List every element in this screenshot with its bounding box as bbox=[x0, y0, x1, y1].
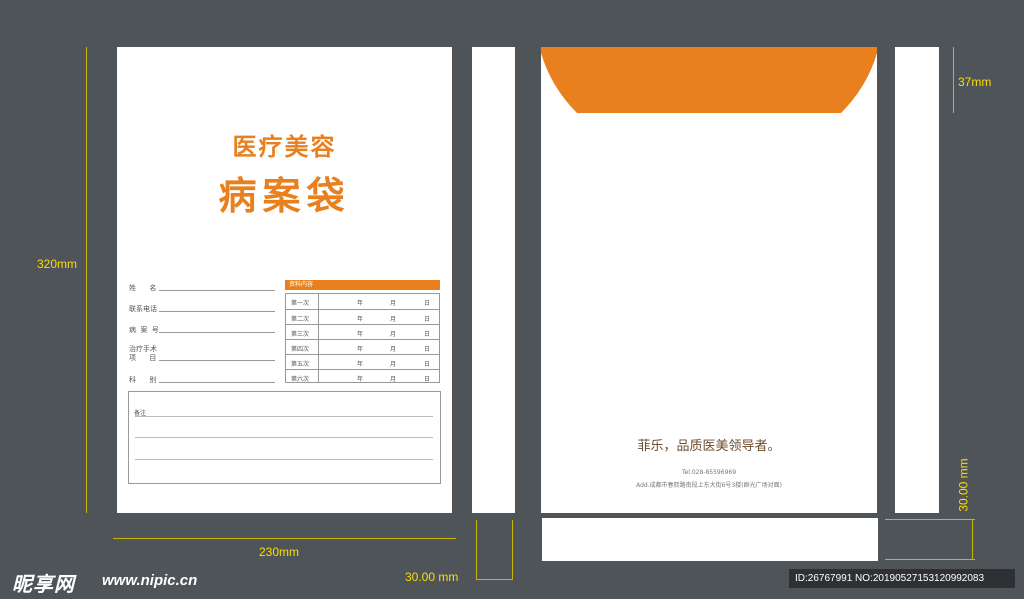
record-label: 第三次 bbox=[291, 331, 310, 338]
record-year: 年 bbox=[357, 331, 364, 338]
notes-line bbox=[135, 459, 433, 460]
record-year: 年 bbox=[357, 346, 364, 353]
side-width-line-left bbox=[476, 520, 477, 580]
record-month: 月 bbox=[390, 346, 397, 353]
record-month: 月 bbox=[390, 376, 397, 383]
flap-dimension-label: 37mm bbox=[958, 75, 992, 89]
width-dimension-label: 230mm bbox=[259, 545, 300, 559]
record-month: 月 bbox=[390, 361, 397, 368]
records-header: 资料内容 bbox=[285, 280, 440, 290]
records-row: 第三次 年 月 日 bbox=[286, 324, 439, 339]
record-year: 年 bbox=[357, 361, 364, 368]
notes-line bbox=[135, 416, 433, 417]
field-name-line bbox=[159, 290, 275, 291]
spine-strip bbox=[472, 47, 515, 513]
envelope-flap bbox=[541, 47, 877, 113]
bottom-strip bbox=[542, 518, 878, 561]
field-name-label: 姓 名 bbox=[129, 284, 157, 292]
record-year: 年 bbox=[357, 376, 364, 383]
back-panel: 菲乐，品质医美领导者。 Tel.028-85596969 Add.成都市春熙路南… bbox=[541, 47, 877, 513]
contact-address: Add.成都市春熙路南段上东大街6号3楼(群光广场对面) bbox=[636, 482, 782, 489]
record-day: 日 bbox=[424, 300, 431, 307]
notes-line bbox=[135, 437, 433, 438]
side-strip bbox=[895, 47, 939, 513]
record-month: 月 bbox=[390, 331, 397, 338]
record-label: 第四次 bbox=[291, 346, 310, 353]
bottom-dimension-tick-bottom bbox=[885, 559, 975, 560]
bottom-dimension-label: 30.00 mm bbox=[956, 458, 971, 512]
record-day: 日 bbox=[424, 376, 431, 383]
record-day: 日 bbox=[424, 331, 431, 338]
record-month: 月 bbox=[390, 316, 397, 323]
record-year: 年 bbox=[357, 300, 364, 307]
watermark-logo: 昵享网 bbox=[12, 572, 75, 596]
flap-dimension-line bbox=[953, 47, 954, 113]
record-label: 第二次 bbox=[291, 316, 310, 323]
width-dimension-line bbox=[113, 538, 456, 539]
watermark-url: www.nipic.cn bbox=[102, 572, 198, 589]
front-title-small: 医疗美容 bbox=[232, 133, 337, 161]
record-year: 年 bbox=[357, 316, 364, 323]
field-department-line bbox=[159, 382, 275, 383]
records-row: 第一次 年 月 日 bbox=[286, 294, 439, 309]
field-procedure-label: 治疗手术 项 目 bbox=[129, 345, 157, 362]
front-title-large: 病案袋 bbox=[218, 174, 351, 218]
image-id-bar: ID:26767991 NO:20190527153120992083 bbox=[789, 569, 1015, 588]
notes-box: 备注 bbox=[128, 391, 441, 484]
record-label: 第六次 bbox=[291, 376, 310, 383]
side-width-line-right bbox=[512, 520, 513, 580]
height-dimension-label: 320mm bbox=[37, 257, 78, 271]
brand-slogan: 菲乐，品质医美领导者。 bbox=[637, 439, 781, 454]
contact-tel: Tel.028-85596969 bbox=[681, 469, 737, 476]
records-row: 第四次 年 月 日 bbox=[286, 339, 439, 354]
field-case-number-label: 病 案 号 bbox=[129, 326, 159, 334]
field-phone-label: 联系电话 bbox=[129, 305, 157, 313]
field-case-number-line bbox=[159, 332, 275, 333]
bottom-dimension-line bbox=[972, 519, 973, 559]
bottom-dimension-tick-top bbox=[885, 519, 975, 520]
record-day: 日 bbox=[424, 346, 431, 353]
records-row: 第二次 年 月 日 bbox=[286, 309, 439, 324]
record-day: 日 bbox=[424, 361, 431, 368]
records-row: 第六次 年 月 日 bbox=[286, 369, 439, 384]
side-width-label: 30.00 mm bbox=[405, 570, 459, 584]
records-row: 第五次 年 月 日 bbox=[286, 354, 439, 369]
record-month: 月 bbox=[390, 300, 397, 307]
records-table: 第一次 年 月 日 第二次 年 月 日 第三次 年 月 日 第四次 年 月 日 … bbox=[285, 293, 440, 383]
record-day: 日 bbox=[424, 316, 431, 323]
field-department-label: 科 别 bbox=[129, 376, 157, 384]
field-procedure-line bbox=[159, 360, 275, 361]
height-dimension-line bbox=[86, 47, 87, 513]
field-phone-line bbox=[159, 311, 275, 312]
front-panel: 医疗美容 病案袋 姓 名 联系电话 病 案 号 治疗手术 项 目 科 别 资料内… bbox=[117, 47, 452, 513]
record-label: 第一次 bbox=[291, 300, 310, 307]
record-label: 第五次 bbox=[291, 361, 310, 368]
side-width-line bbox=[476, 579, 513, 580]
